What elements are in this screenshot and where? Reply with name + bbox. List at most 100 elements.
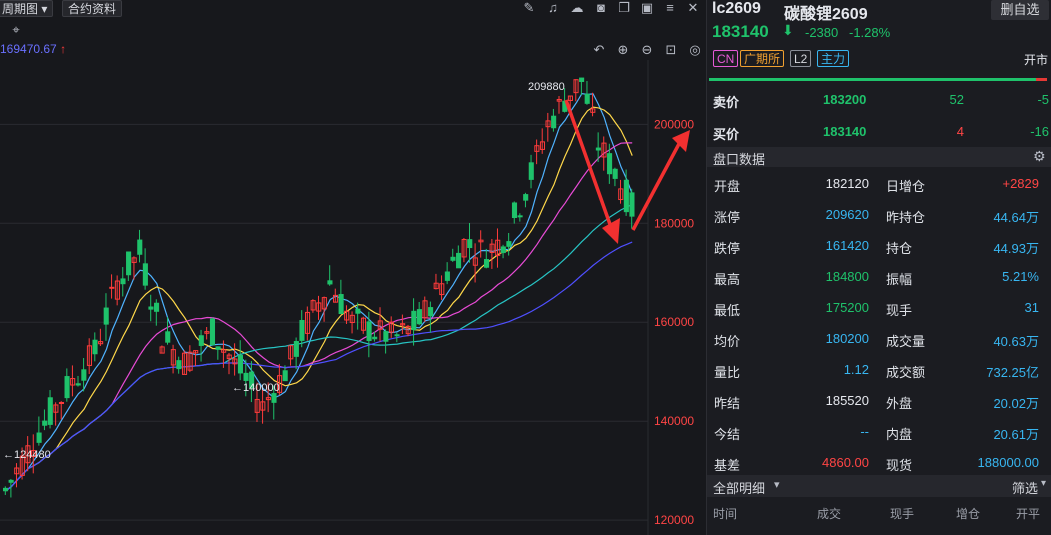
- stat-value: 5.21%: [1002, 269, 1039, 284]
- candle-body: [142, 263, 148, 286]
- candle-body: [416, 309, 422, 325]
- candle-body: [467, 239, 473, 249]
- chevron-down-icon[interactable]: ▾: [1041, 478, 1046, 489]
- eye-icon[interactable]: ◎: [686, 42, 704, 58]
- trades-title[interactable]: 全部明细: [713, 478, 765, 497]
- bell-icon[interactable]: ♫: [544, 0, 562, 16]
- tag-market: CN: [713, 50, 739, 67]
- stat-label: 最高: [714, 272, 741, 287]
- y-tick-label: 180000: [654, 216, 694, 230]
- ask-label: 卖价: [713, 95, 740, 110]
- filter-button[interactable]: 筛选: [1012, 478, 1038, 497]
- stat-value: 185520: [825, 393, 869, 408]
- cloud-icon[interactable]: ☁: [568, 0, 586, 16]
- stat-value: 175200: [825, 300, 869, 315]
- col-open-close: 开平: [1016, 507, 1041, 521]
- candle-body: [444, 271, 450, 281]
- copy-icon[interactable]: ❐: [615, 0, 633, 16]
- stat-value: --: [860, 424, 869, 439]
- stat-value: 188000.00: [977, 455, 1039, 470]
- candle-body: [36, 432, 42, 443]
- fit-icon[interactable]: ⊡: [662, 42, 680, 58]
- stat-label: 振幅: [886, 272, 913, 287]
- stat-label: 现手: [886, 303, 913, 318]
- settings-icon[interactable]: ⚙: [1033, 148, 1046, 165]
- stat-value: 184800: [825, 269, 869, 284]
- ask-price: 183200: [823, 92, 867, 107]
- stat-value: 1.12: [843, 362, 869, 377]
- candle-body: [42, 420, 48, 426]
- stat-label: 均价: [714, 334, 741, 349]
- stat-label: 外盘: [886, 396, 913, 411]
- moving-average-line: [5, 92, 633, 492]
- col-price: 成交: [817, 507, 842, 521]
- market-status: 开市: [1024, 53, 1049, 67]
- pencil-icon[interactable]: ✎: [520, 0, 538, 16]
- stat-label: 涨停: [714, 210, 741, 225]
- tag-main-contract: 主力: [817, 50, 850, 67]
- candle-body: [103, 307, 109, 325]
- ma-readout: 169470.67 ↑: [0, 42, 66, 56]
- screen-icon[interactable]: ▣: [638, 0, 656, 16]
- price-annotation: ←124480: [3, 449, 51, 461]
- candle-body: [366, 321, 372, 342]
- candle-body: [607, 153, 613, 175]
- stat-label: 日增仓: [886, 179, 926, 194]
- col-volume: 现手: [890, 507, 915, 521]
- candle-body: [64, 376, 70, 399]
- candle-body: [148, 306, 154, 310]
- stat-value: 182120: [825, 176, 869, 191]
- candle-body: [137, 239, 143, 255]
- candle-body: [243, 372, 249, 381]
- candle-body: [209, 318, 216, 346]
- col-time: 时间: [713, 507, 738, 521]
- remove-watchlist-button[interactable]: 删自选: [991, 0, 1049, 20]
- zoom-in-icon[interactable]: ⊕: [614, 42, 632, 58]
- stat-value: 40.63万: [993, 334, 1039, 349]
- camera-icon[interactable]: ◙: [592, 0, 610, 16]
- ruler-icon[interactable]: ⌖: [7, 22, 25, 38]
- candle-body: [450, 256, 456, 261]
- stat-label: 成交量: [886, 334, 926, 349]
- candle-body: [428, 307, 434, 317]
- chevron-down-icon: ▾: [41, 2, 48, 16]
- undo-icon[interactable]: ↶: [590, 42, 608, 58]
- y-tick-label: 140000: [654, 414, 694, 428]
- collapse-icon[interactable]: [686, 0, 704, 16]
- chevron-down-icon[interactable]: ▾: [774, 478, 780, 491]
- stat-label: 内盘: [886, 427, 913, 442]
- candle-body: [58, 402, 65, 405]
- price-change-pct: -1.28%: [849, 25, 891, 40]
- settings-icon[interactable]: ≡: [661, 0, 679, 16]
- bid-price: 183140: [823, 124, 867, 139]
- candle-body: [579, 77, 585, 82]
- tag-exchange: 广期所: [740, 50, 785, 67]
- candle-body: [517, 215, 523, 218]
- candle-body: [198, 335, 204, 346]
- contract-info-button[interactable]: 合约资料: [62, 0, 123, 17]
- candle-body: [215, 346, 221, 350]
- stat-label: 今结: [714, 427, 741, 442]
- ask-volume: 52: [949, 92, 964, 107]
- period-selector[interactable]: 周期图 ▾: [0, 0, 54, 17]
- candle-body: [372, 336, 378, 340]
- stat-value: 20.61万: [993, 427, 1039, 442]
- arrowhead: [602, 218, 620, 244]
- ask-change: -5: [1037, 92, 1049, 107]
- candle-body: [75, 383, 81, 386]
- zoom-out-icon[interactable]: ⊖: [638, 42, 656, 58]
- stat-value: 209620: [825, 207, 869, 222]
- candle-body: [511, 202, 518, 218]
- candle-body: [338, 294, 344, 315]
- contract-name: 碳酸锂2609: [784, 6, 868, 23]
- candlestick-chart[interactable]: 200000 180000 160000 140000 120000 209880 ←14…: [0, 60, 706, 535]
- ma-value: 169470.67: [0, 42, 57, 56]
- arrow-down-icon: ⬇: [782, 22, 794, 38]
- price-annotation: ←140000: [232, 382, 280, 394]
- price-annotation: 209880: [528, 81, 565, 93]
- bid-volume: 4: [956, 124, 964, 139]
- stat-label: 昨结: [714, 396, 741, 411]
- candle-body: [500, 246, 506, 254]
- candle-body: [8, 479, 14, 483]
- stat-value: 44.64万: [993, 210, 1039, 225]
